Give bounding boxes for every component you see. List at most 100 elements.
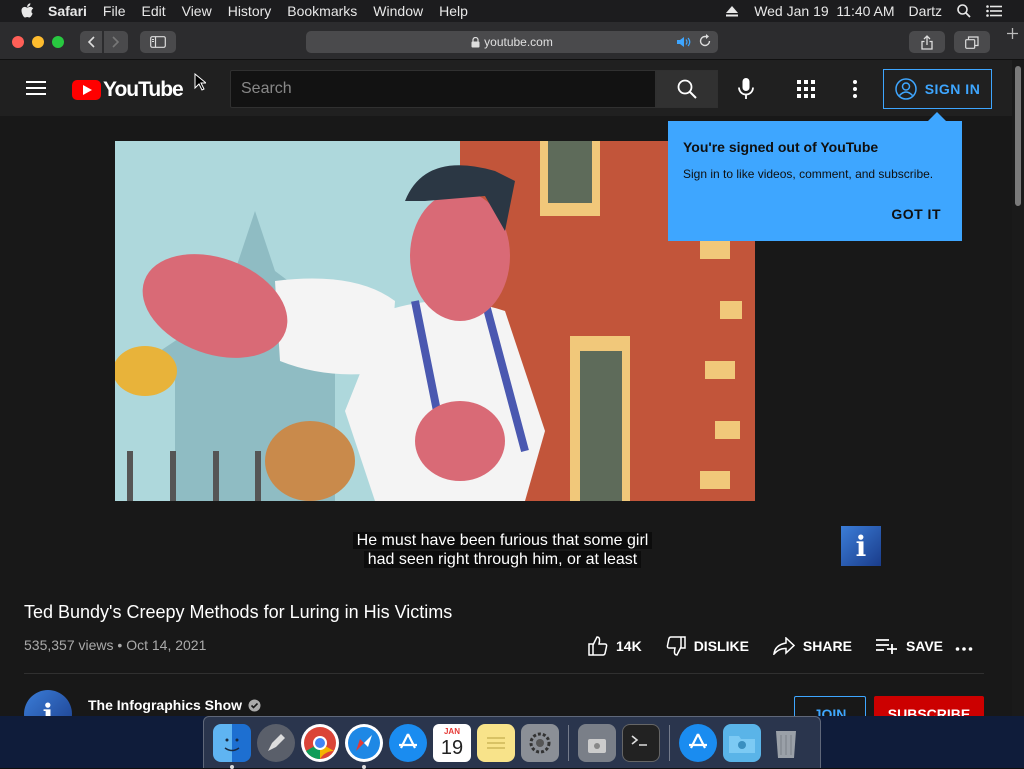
calendar-icon[interactable]: JAN 19 xyxy=(433,723,471,762)
dock-separator xyxy=(568,724,569,761)
zoom-window-button[interactable] xyxy=(52,36,64,48)
channel-name[interactable]: The Infographics Show xyxy=(88,697,242,713)
menu-view[interactable]: View xyxy=(182,3,212,19)
eject-icon[interactable] xyxy=(724,4,740,18)
trash-icon[interactable] xyxy=(767,724,805,762)
safari-toolbar: youtube.com xyxy=(0,22,1024,60)
folder-icon[interactable] xyxy=(723,723,761,762)
settings-button[interactable] xyxy=(852,79,858,104)
share-page-button[interactable] xyxy=(909,31,945,53)
menu-app-name[interactable]: Safari xyxy=(48,3,87,19)
channel-watermark[interactable]: i xyxy=(841,526,881,566)
minimize-window-button[interactable] xyxy=(32,36,44,48)
menu-hamburger-icon[interactable] xyxy=(26,81,46,95)
menu-file[interactable]: File xyxy=(103,3,126,19)
menu-edit[interactable]: Edit xyxy=(141,3,165,19)
apple-logo-icon[interactable] xyxy=(20,3,34,19)
finder-icon[interactable] xyxy=(213,723,251,769)
terminal-icon[interactable] xyxy=(622,723,660,762)
dock-separator xyxy=(669,724,670,761)
chevron-left-icon xyxy=(87,36,95,48)
signed-out-tooltip: You're signed out of YouTube Sign in to … xyxy=(668,112,962,241)
menu-help[interactable]: Help xyxy=(439,3,468,19)
menu-datetime[interactable]: Wed Jan 19 11:40 AM xyxy=(754,3,894,19)
launchpad-icon[interactable] xyxy=(257,723,295,762)
app-store-icon[interactable] xyxy=(389,723,427,762)
macos-dock: JAN 19 xyxy=(203,716,821,769)
close-window-button[interactable] xyxy=(12,36,24,48)
more-actions-button[interactable] xyxy=(955,639,973,657)
thumbs-down-icon xyxy=(666,636,686,656)
more-horizontal-icon xyxy=(955,647,973,651)
section-divider xyxy=(24,673,984,674)
plus-icon xyxy=(1006,27,1018,39)
share-button[interactable]: SHARE xyxy=(773,637,852,655)
share-icon xyxy=(921,34,933,50)
app-store-download-icon[interactable] xyxy=(679,723,717,762)
menu-bookmarks[interactable]: Bookmarks xyxy=(287,3,357,19)
caption-line-1: He must have been furious that some girl xyxy=(352,532,653,549)
meta-separator: • xyxy=(117,637,123,653)
search-field-container xyxy=(230,70,656,108)
like-count: 14K xyxy=(616,638,642,654)
video-player[interactable] xyxy=(115,141,755,501)
dislike-label: DISLIKE xyxy=(693,638,749,654)
caption-line-2: had seen right through him, or at least xyxy=(363,551,642,568)
speaker-icon[interactable] xyxy=(676,35,692,49)
got-it-button[interactable]: GOT IT xyxy=(891,206,941,222)
menu-window[interactable]: Window xyxy=(373,3,423,19)
chevron-right-icon xyxy=(112,36,120,48)
channel-name-row: The Infographics Show xyxy=(88,697,261,713)
youtube-play-icon xyxy=(72,80,101,100)
youtube-logo-text: YouTube xyxy=(103,78,184,101)
page-scrollbar[interactable] xyxy=(1012,60,1024,716)
sidebar-icon xyxy=(150,36,166,48)
mouse-cursor-icon xyxy=(194,73,206,91)
disk-utility-icon[interactable] xyxy=(578,723,616,762)
save-button[interactable]: SAVE xyxy=(875,638,943,654)
address-bar[interactable]: youtube.com xyxy=(306,31,718,53)
reload-icon[interactable] xyxy=(698,34,712,48)
share-label: SHARE xyxy=(802,638,852,654)
tooltip-body: Sign in to like videos, comment, and sub… xyxy=(683,167,934,181)
tabs-icon xyxy=(965,35,979,49)
new-tab-button[interactable] xyxy=(1000,22,1024,44)
scrollbar-thumb[interactable] xyxy=(1015,66,1021,206)
video-meta: 535,357 views • Oct 14, 2021 xyxy=(24,637,206,653)
more-vertical-icon xyxy=(853,80,857,98)
control-center-icon[interactable] xyxy=(986,4,1002,18)
forward-button[interactable] xyxy=(104,31,128,53)
account-circle-icon xyxy=(894,78,917,100)
search-button[interactable] xyxy=(656,70,718,108)
video-caption: He must have been furious that some girl… xyxy=(350,531,655,569)
like-button[interactable]: 14K xyxy=(588,636,642,656)
chrome-icon[interactable] xyxy=(301,723,339,762)
macos-menu-bar: Safari File Edit View History Bookmarks … xyxy=(0,0,1024,22)
system-preferences-icon[interactable] xyxy=(521,723,559,762)
youtube-apps-button[interactable] xyxy=(797,80,815,103)
dislike-button[interactable]: DISLIKE xyxy=(666,636,749,656)
share-arrow-icon xyxy=(773,637,795,655)
menu-history[interactable]: History xyxy=(228,3,272,19)
back-button[interactable] xyxy=(80,31,102,53)
upload-date: Oct 14, 2021 xyxy=(126,637,207,653)
sidebar-toggle-button[interactable] xyxy=(140,31,176,53)
sign-in-label: SIGN IN xyxy=(924,81,981,97)
url-text: youtube.com xyxy=(484,35,553,49)
spotlight-search-icon[interactable] xyxy=(956,4,972,18)
tab-overview-button[interactable] xyxy=(954,31,990,53)
video-title: Ted Bundy's Creepy Methods for Luring in… xyxy=(24,602,453,622)
sign-in-button[interactable]: SIGN IN xyxy=(883,69,992,109)
search-input[interactable] xyxy=(241,80,655,98)
safari-icon[interactable] xyxy=(345,723,383,769)
search-icon xyxy=(677,79,697,99)
voice-search-button[interactable] xyxy=(736,78,756,105)
verified-check-icon xyxy=(248,699,261,711)
menu-user[interactable]: Dartz xyxy=(909,3,942,19)
youtube-logo[interactable]: YouTube xyxy=(72,78,184,102)
view-count: 535,357 views xyxy=(24,637,114,653)
microphone-icon xyxy=(738,78,754,99)
youtube-header: YouTube SIGN IN xyxy=(0,60,1012,116)
video-actions: 14K DISLIKE SHARE SAVE xyxy=(588,636,967,656)
notes-icon[interactable] xyxy=(477,723,515,762)
